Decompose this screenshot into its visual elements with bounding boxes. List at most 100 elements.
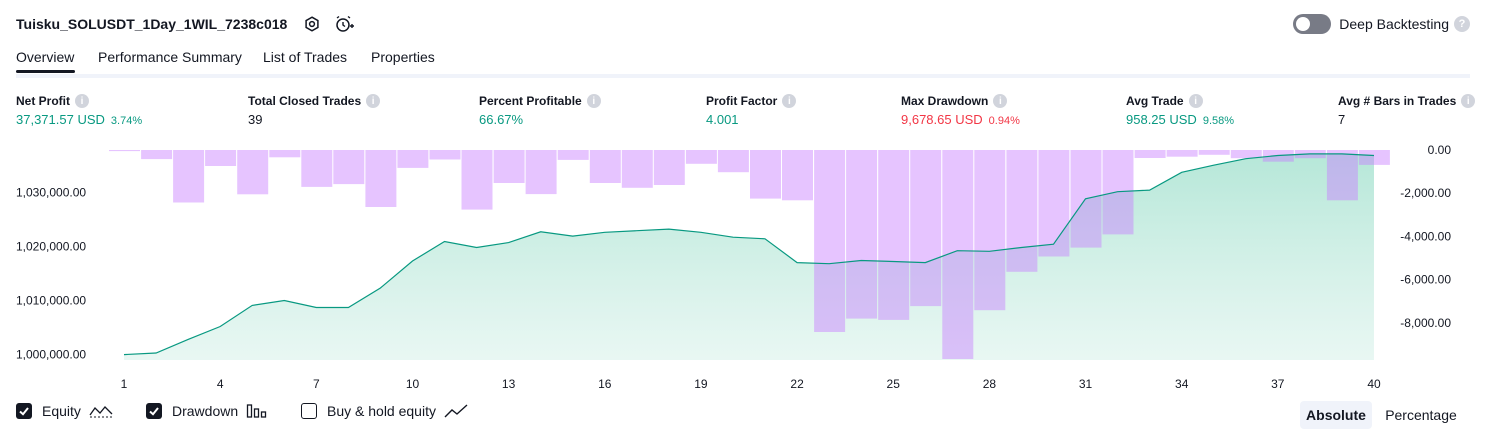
drawdown-bar	[846, 150, 878, 319]
drawdown-bar	[589, 150, 621, 183]
metric-net-profit: Net Profit i 37,371.57 USD 3.74%	[16, 94, 142, 127]
x-axis-tick-label: 25	[887, 377, 901, 391]
deep-backtesting-toggle[interactable]	[1293, 14, 1332, 34]
metric-value: 9,678.65 USD	[901, 112, 983, 127]
metric-label: Max Drawdown	[901, 94, 989, 108]
x-axis-tick-label: 4	[217, 377, 224, 391]
drawdown-bar	[333, 150, 365, 185]
help-icon[interactable]: ?	[1454, 16, 1470, 32]
right-axis-tick-label: -4,000.00	[1400, 229, 1451, 243]
drawdown-bar	[557, 150, 589, 160]
x-axis-tick-label: 7	[313, 377, 320, 391]
tab-list-of-trades[interactable]: List of Trades	[263, 49, 347, 65]
metric-value: 39	[248, 112, 263, 127]
metric-avg-trade: Avg Trade i 958.25 USD 9.58%	[1126, 94, 1234, 127]
tab-performance-summary[interactable]: Performance Summary	[98, 49, 242, 65]
drawdown-bar	[301, 150, 333, 187]
drawdown-bar	[1166, 150, 1198, 157]
deep-backtesting-label: Deep Backtesting	[1339, 16, 1449, 32]
metric-label: Avg # Bars in Trades	[1338, 94, 1457, 108]
right-axis-tick-label: -2,000.00	[1400, 186, 1451, 200]
metric-label: Percent Profitable	[479, 94, 582, 108]
metric-percent: 0.94%	[988, 115, 1020, 127]
x-axis-tick-label: 13	[502, 377, 516, 391]
legend-label: Equity	[42, 403, 81, 419]
drawdown-bar	[269, 150, 301, 158]
header-bar: Tuisku_SOLUSDT_1Day_1WIL_7238c018	[16, 12, 355, 36]
x-axis-tick-label: 10	[406, 377, 420, 391]
drawdown-bar	[1326, 150, 1358, 201]
info-icon[interactable]: i	[75, 94, 89, 108]
left-axis-tick-label: 1,000,000.00	[16, 348, 86, 362]
metric-label: Net Profit	[16, 94, 70, 108]
right-axis-tick-label: 0.00	[1428, 143, 1452, 157]
drawdown-bar	[109, 150, 140, 152]
buy-hold-line-icon	[444, 403, 468, 419]
drawdown-bar	[974, 150, 1006, 311]
info-icon[interactable]: i	[1461, 94, 1476, 108]
active-tab-indicator	[16, 70, 75, 73]
drawdown-bar	[910, 150, 942, 307]
gear-icon[interactable]	[301, 13, 323, 35]
left-axis-tick-label: 1,030,000.00	[16, 185, 86, 199]
drawdown-bar	[141, 150, 173, 160]
drawdown-bar	[621, 150, 653, 188]
metric-label: Total Closed Trades	[248, 94, 362, 108]
drawdown-bar	[685, 150, 717, 164]
drawdown-bar	[717, 150, 749, 173]
drawdown-bar	[365, 150, 397, 207]
x-axis-tick-label: 37	[1271, 377, 1285, 391]
left-axis-tick-label: 1,010,000.00	[16, 294, 86, 308]
percentage-button[interactable]: Percentage	[1378, 401, 1464, 429]
metric-value: 4.001	[706, 112, 739, 127]
tab-overview[interactable]: Overview	[16, 49, 74, 65]
metric-label: Avg Trade	[1126, 94, 1184, 108]
x-axis-tick-label: 22	[790, 377, 804, 391]
drawdown-bar	[1358, 150, 1390, 165]
alarm-clock-plus-icon[interactable]	[333, 13, 355, 35]
drawdown-bar	[525, 150, 557, 195]
info-icon[interactable]: i	[1188, 94, 1203, 108]
absolute-button[interactable]: Absolute	[1300, 401, 1372, 429]
metric-percent: 3.74%	[110, 115, 143, 127]
legend-equity[interactable]: Equity	[16, 403, 113, 419]
drawdown-bar	[1038, 150, 1070, 257]
drawdown-bar	[397, 150, 429, 168]
drawdown-bar	[653, 150, 685, 185]
info-icon[interactable]: i	[782, 94, 797, 108]
info-icon[interactable]: i	[366, 94, 381, 108]
x-axis-tick-label: 31	[1079, 377, 1093, 391]
metric-max-drawdown: Max Drawdown i 9,678.65 USD 0.94%	[901, 94, 1020, 127]
legend-drawdown[interactable]: Drawdown	[146, 403, 268, 419]
tab-properties[interactable]: Properties	[371, 49, 435, 65]
checkbox-checked-icon[interactable]	[146, 403, 162, 419]
metric-value: 958.25 USD	[1126, 112, 1197, 127]
checkbox-unchecked-icon[interactable]	[301, 403, 317, 419]
legend-buy-hold-equity[interactable]: Buy & hold equity	[301, 403, 468, 419]
right-axis-tick-label: -8,000.00	[1400, 316, 1451, 330]
drawdown-bar	[814, 150, 846, 332]
drawdown-bar	[173, 150, 205, 203]
metric-percent: 9.58%	[1202, 115, 1235, 127]
drawdown-bar	[1134, 150, 1166, 158]
info-icon[interactable]: i	[586, 94, 601, 108]
legend-label: Drawdown	[172, 403, 239, 419]
deep-backtesting-control: Deep Backtesting ?	[1293, 12, 1470, 36]
drawdown-bar	[1006, 150, 1038, 272]
x-axis-tick-label: 40	[1367, 377, 1381, 391]
metric-percent-profitable: Percent Profitable i 66.67%	[479, 94, 601, 127]
checkbox-checked-icon[interactable]	[16, 403, 32, 419]
drawdown-bar	[461, 150, 493, 210]
drawdown-bar	[429, 150, 461, 160]
x-axis-tick-label: 19	[694, 377, 708, 391]
metric-value: 37,371.57 USD	[16, 112, 105, 127]
info-icon[interactable]: i	[993, 94, 1008, 108]
x-axis-tick-label: 1	[121, 377, 128, 391]
metric-label: Profit Factor	[706, 94, 778, 108]
tab-bar: Overview Performance Summary List of Tra…	[16, 44, 1470, 78]
drawdown-bar	[205, 150, 237, 166]
metric-avg-bars-in-trades: Avg # Bars in Trades i 7	[1338, 94, 1476, 127]
metric-value: 66.67%	[479, 112, 524, 127]
metric-profit-factor: Profit Factor i 4.001	[706, 94, 797, 127]
drawdown-bar	[237, 150, 269, 195]
